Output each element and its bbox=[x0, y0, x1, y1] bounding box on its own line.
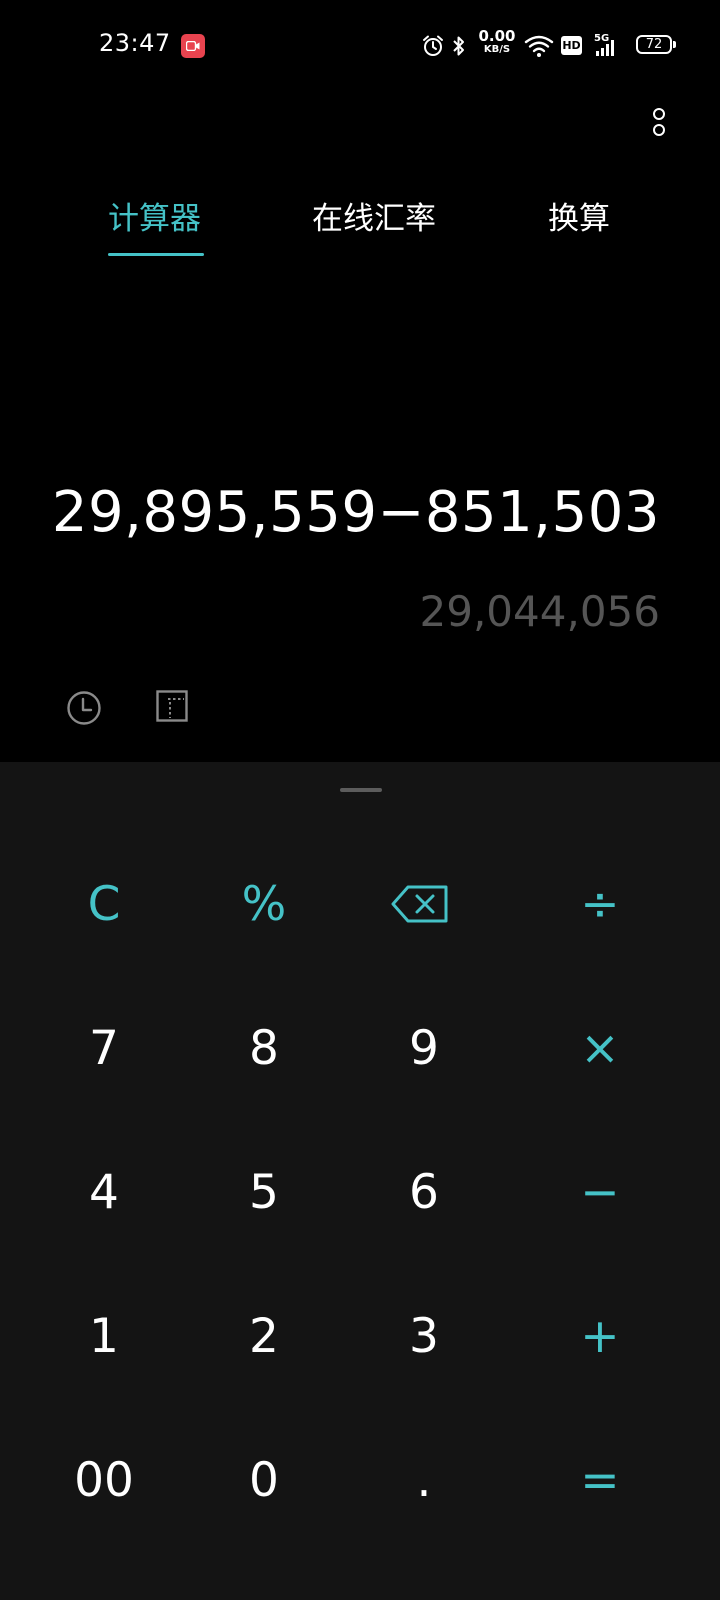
backspace-icon bbox=[391, 885, 448, 923]
status-bar: 23:47 0.00 KB/S HD 5G 72 bbox=[0, 0, 720, 92]
scientific-mode-icon[interactable] bbox=[156, 690, 188, 722]
keypad: C % ÷ 7 8 9 × 4 5 6 − 1 2 3 + 00 0 . = bbox=[0, 762, 720, 1600]
hd-badge: HD bbox=[561, 36, 582, 55]
expression-display: 29,895,559−851,503 bbox=[51, 480, 660, 545]
status-time: 23:47 bbox=[99, 29, 171, 57]
wifi-icon bbox=[524, 35, 554, 57]
digit-3-button[interactable]: 3 bbox=[344, 1276, 504, 1396]
digit-8-button[interactable]: 8 bbox=[184, 988, 344, 1108]
network-speed-value: 0.00 bbox=[478, 27, 516, 45]
tab-conversion[interactable]: 换算 bbox=[548, 193, 610, 238]
network-speed: 0.00 KB/S bbox=[476, 29, 518, 55]
digit-6-button[interactable]: 6 bbox=[344, 1132, 504, 1252]
clear-button[interactable]: C bbox=[24, 844, 184, 964]
decimal-point-button[interactable]: . bbox=[344, 1420, 504, 1540]
digit-7-button[interactable]: 7 bbox=[24, 988, 184, 1108]
multiply-button[interactable]: × bbox=[520, 988, 680, 1108]
alarm-icon bbox=[423, 35, 443, 56]
tab-exchange-rate[interactable]: 在线汇率 bbox=[312, 193, 436, 238]
result-display: 29,044,056 bbox=[419, 587, 660, 636]
digit-4-button[interactable]: 4 bbox=[24, 1132, 184, 1252]
digit-2-button[interactable]: 2 bbox=[184, 1276, 344, 1396]
digit-9-button[interactable]: 9 bbox=[344, 988, 504, 1108]
add-button[interactable]: + bbox=[520, 1276, 680, 1396]
equals-button[interactable]: = bbox=[520, 1420, 680, 1540]
tab-calculator[interactable]: 计算器 bbox=[108, 193, 201, 238]
digit-1-button[interactable]: 1 bbox=[24, 1276, 184, 1396]
digit-0-button[interactable]: 0 bbox=[184, 1420, 344, 1540]
double-zero-button[interactable]: 00 bbox=[24, 1420, 184, 1540]
more-options-icon[interactable] bbox=[652, 108, 666, 138]
bluetooth-icon bbox=[453, 36, 464, 56]
signal-icon bbox=[596, 40, 614, 56]
network-speed-unit: KB/S bbox=[483, 44, 511, 55]
tab-indicator bbox=[108, 253, 204, 256]
screen-record-icon bbox=[181, 34, 205, 58]
backspace-button[interactable] bbox=[340, 844, 500, 964]
subtract-button[interactable]: − bbox=[520, 1132, 680, 1252]
percent-button[interactable]: % bbox=[184, 844, 344, 964]
history-icon[interactable] bbox=[66, 690, 102, 726]
keypad-drag-handle[interactable] bbox=[340, 788, 382, 792]
digit-5-button[interactable]: 5 bbox=[184, 1132, 344, 1252]
battery-icon: 72 bbox=[636, 35, 676, 54]
divide-button[interactable]: ÷ bbox=[520, 844, 680, 964]
